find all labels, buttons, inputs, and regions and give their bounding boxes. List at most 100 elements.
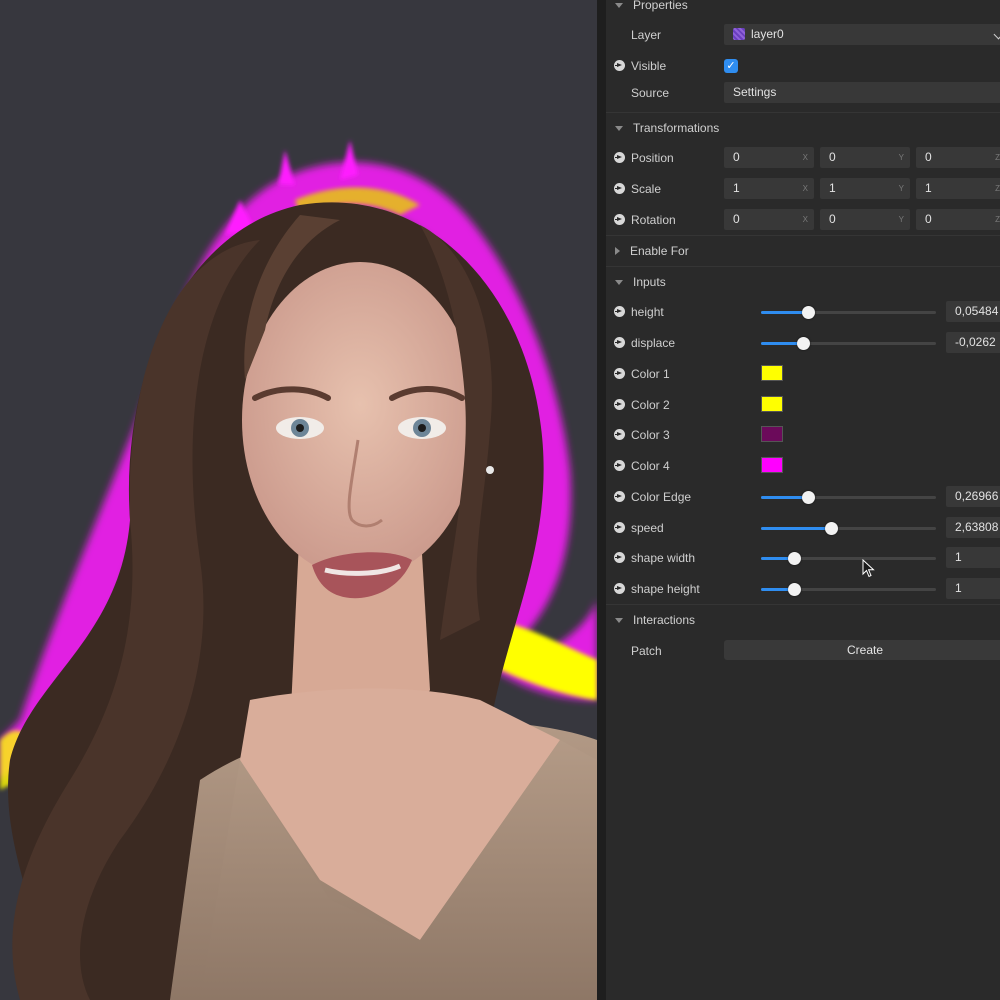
color2-label: Color 2	[631, 398, 670, 412]
create-patch-button[interactable]: Create	[724, 640, 1000, 660]
mouse-cursor-icon	[862, 559, 875, 578]
height-input[interactable]: 0,05484	[946, 301, 1000, 322]
shape-width-row: shape width 1	[606, 543, 1000, 573]
color4-row: Color 4	[606, 451, 1000, 481]
section-title: Inputs	[633, 275, 666, 289]
section-title: Transformations	[633, 121, 720, 135]
speed-input[interactable]: 2,63808	[946, 517, 1000, 538]
visible-label: Visible	[631, 59, 667, 73]
slider-knob[interactable]	[825, 522, 838, 535]
slider-knob[interactable]	[802, 491, 816, 504]
color-edge-input[interactable]: 0,26966	[946, 486, 1000, 507]
color4-swatch[interactable]	[761, 457, 783, 473]
section-enable-for[interactable]: Enable For	[606, 235, 1000, 266]
scale-z-input[interactable]: 1Z	[916, 178, 1000, 199]
collapse-icon[interactable]	[615, 279, 623, 285]
connect-arrow-icon[interactable]	[614, 306, 625, 317]
layer-value: layer0	[751, 27, 784, 41]
slider-knob[interactable]	[802, 306, 816, 319]
panel-divider[interactable]	[597, 0, 606, 1000]
section-inputs[interactable]: Inputs	[606, 266, 1000, 297]
connect-arrow-icon[interactable]	[614, 399, 625, 410]
color3-label: Color 3	[631, 428, 670, 442]
connect-arrow-icon[interactable]	[614, 183, 625, 194]
color3-swatch[interactable]	[761, 426, 783, 442]
chevron-down-icon	[993, 29, 1000, 40]
color1-swatch[interactable]	[761, 365, 783, 381]
connect-arrow-icon[interactable]	[614, 583, 625, 594]
connect-arrow-icon[interactable]	[614, 460, 625, 471]
connect-arrow-icon[interactable]	[614, 552, 625, 563]
height-slider[interactable]	[761, 306, 936, 319]
collapse-icon[interactable]	[615, 2, 623, 8]
properties-panel: Properties Layer layer0 Visible ✓ Source…	[606, 0, 1000, 1000]
scale-y-input[interactable]: 1Y	[820, 178, 910, 199]
color-edge-label: Color Edge	[631, 490, 692, 504]
position-x-input[interactable]: 0X	[724, 147, 814, 168]
connect-arrow-icon[interactable]	[614, 491, 625, 502]
section-title: Interactions	[633, 613, 696, 627]
section-transformations[interactable]: Transformations	[606, 112, 1000, 143]
rotation-label: Rotation	[631, 213, 676, 227]
source-label: Source	[631, 86, 670, 100]
color4-label: Color 4	[631, 459, 670, 473]
displace-slider[interactable]	[761, 337, 936, 350]
expand-icon[interactable]	[615, 247, 620, 255]
shape-height-row: shape height 1	[606, 574, 1000, 604]
section-interactions[interactable]: Interactions	[606, 604, 1000, 635]
patch-row: Patch Create	[606, 636, 1000, 666]
visible-checkbox[interactable]: ✓	[724, 59, 738, 73]
section-title: Properties	[633, 0, 688, 12]
connect-arrow-icon[interactable]	[614, 368, 625, 379]
rotation-y-input[interactable]: 0Y	[820, 209, 910, 230]
displace-label: displace	[631, 336, 676, 350]
layer-row: Layer layer0	[606, 20, 1000, 50]
shape-height-label: shape height	[631, 582, 700, 596]
shape-width-slider[interactable]	[761, 552, 936, 565]
source-row: Source Settings	[606, 78, 1000, 108]
color-edge-slider[interactable]	[761, 491, 936, 504]
source-field[interactable]: Settings	[724, 82, 1000, 103]
position-row: Position 0X 0Y 0Z	[606, 143, 1000, 173]
layer-dropdown[interactable]: layer0	[724, 24, 1000, 45]
connect-arrow-icon[interactable]	[614, 337, 625, 348]
position-label: Position	[631, 151, 674, 165]
slider-knob[interactable]	[797, 337, 810, 350]
height-row: height 0,05484	[606, 297, 1000, 327]
connect-arrow-icon[interactable]	[614, 152, 625, 163]
speed-label: speed	[631, 521, 664, 535]
connect-arrow-icon[interactable]	[614, 214, 625, 225]
speed-slider[interactable]	[761, 522, 936, 535]
patch-label: Patch	[631, 644, 662, 658]
scale-x-input[interactable]: 1X	[724, 178, 814, 199]
collapse-icon[interactable]	[615, 125, 623, 131]
layer-icon	[733, 28, 745, 40]
connect-arrow-icon[interactable]	[614, 60, 625, 71]
displace-input[interactable]: -0,0262	[946, 332, 1000, 353]
shape-height-slider[interactable]	[761, 583, 936, 596]
section-title: Enable For	[630, 244, 689, 258]
color2-swatch[interactable]	[761, 396, 783, 412]
connect-arrow-icon[interactable]	[614, 429, 625, 440]
slider-knob[interactable]	[788, 583, 802, 596]
position-y-input[interactable]: 0Y	[820, 147, 910, 168]
color-edge-row: Color Edge 0,26966	[606, 482, 1000, 512]
shape-height-input[interactable]: 1	[946, 578, 1000, 599]
scale-row: Scale 1X 1Y 1Z	[606, 174, 1000, 204]
preview-viewport[interactable]	[0, 0, 597, 1000]
color1-row: Color 1	[606, 359, 1000, 389]
slider-knob[interactable]	[788, 552, 802, 565]
color2-row: Color 2	[606, 390, 1000, 420]
color3-row: Color 3	[606, 420, 1000, 450]
height-label: height	[631, 305, 664, 319]
connect-arrow-icon[interactable]	[614, 522, 625, 533]
displace-row: displace -0,0262	[606, 328, 1000, 358]
section-properties[interactable]: Properties	[606, 0, 1000, 20]
rotation-z-input[interactable]: 0Z	[916, 209, 1000, 230]
rotation-x-input[interactable]: 0X	[724, 209, 814, 230]
collapse-icon[interactable]	[615, 617, 623, 623]
shape-width-input[interactable]: 1	[946, 547, 1000, 568]
scale-label: Scale	[631, 182, 662, 196]
layer-label: Layer	[631, 28, 662, 42]
position-z-input[interactable]: 0Z	[916, 147, 1000, 168]
